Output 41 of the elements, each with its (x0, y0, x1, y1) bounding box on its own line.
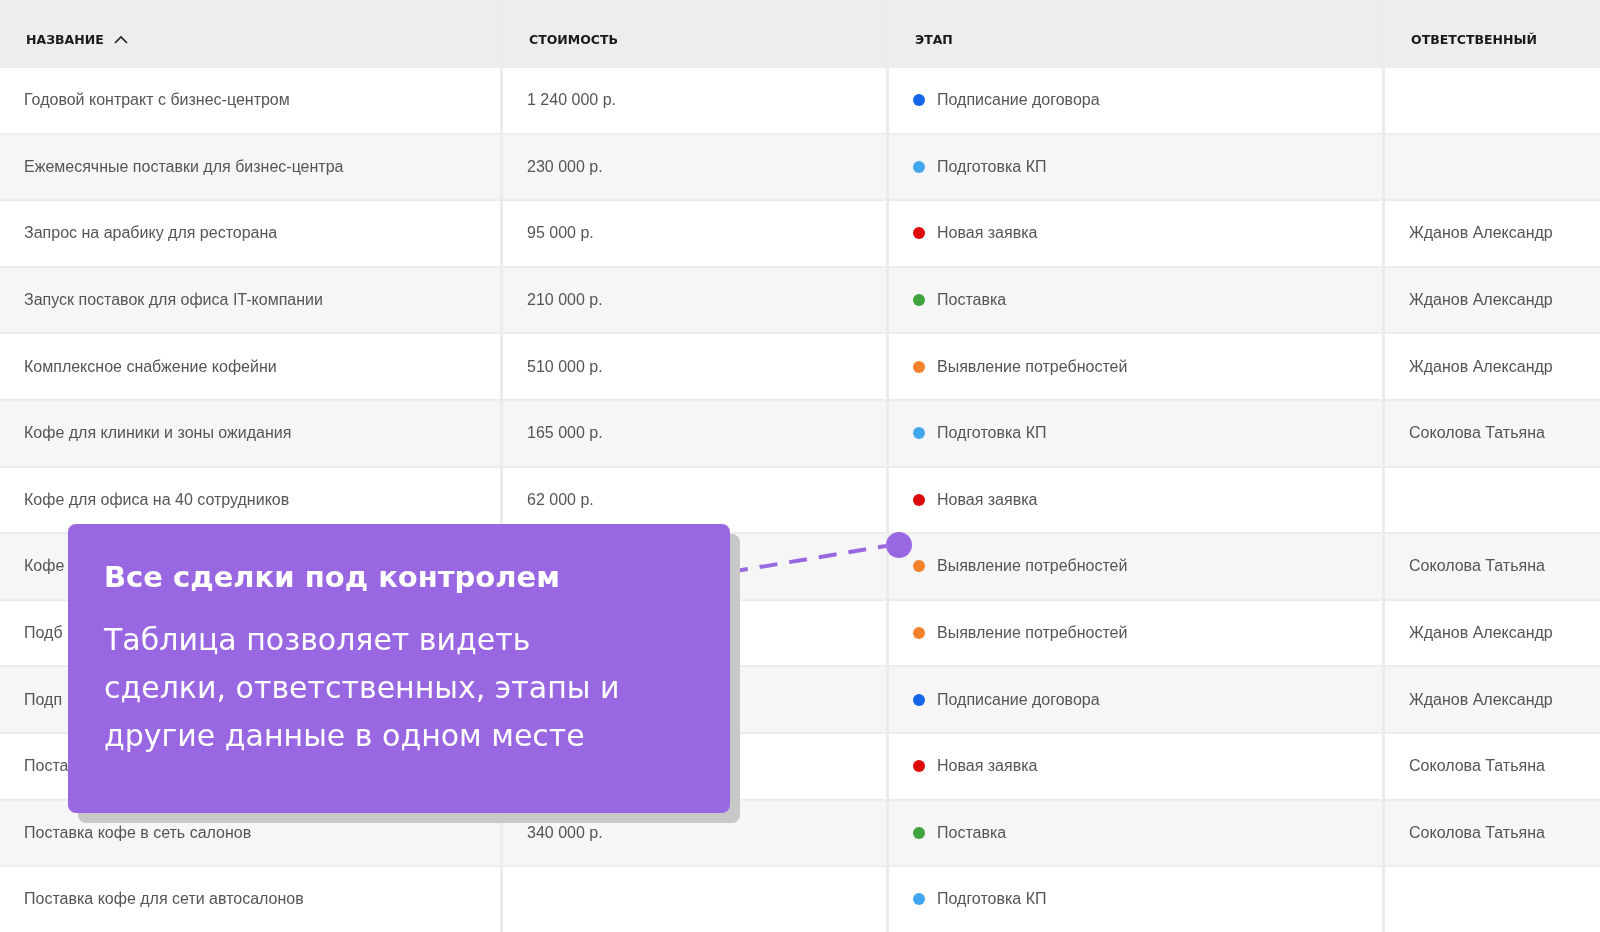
stage-label: Новая заявка (937, 224, 1038, 243)
table-cell: Жданов Александр (1385, 201, 1600, 266)
stage-label: Подготовка КП (937, 424, 1047, 443)
table-cell: Соколова Татьяна (1385, 400, 1600, 466)
table-cell: 510 000 р. (503, 334, 886, 399)
stage-label: Подписание договора (937, 91, 1100, 110)
table-cell: Запрос на арабику для ресторана (0, 201, 500, 266)
column-label: СТОИМОСТЬ (529, 31, 619, 47)
column-label: НАЗВАНИЕ (26, 31, 104, 47)
table-cell: 230 000 р. (503, 134, 886, 200)
table-cell: Соколова Татьяна (1385, 733, 1600, 799)
stage-label: Поставка (937, 291, 1007, 310)
table-cell: Годовой контракт с бизнес-центром (0, 68, 500, 133)
table-cell: Жданов Александр (1385, 334, 1600, 399)
stage-label: Новая заявка (937, 757, 1038, 776)
table-cell: 210 000 р. (503, 267, 886, 333)
table-cell: 95 000 р. (503, 201, 886, 266)
table-cell: Жданов Александр (1385, 667, 1600, 732)
stage-label: Подписание договора (937, 690, 1100, 709)
stage-label: Выявление потребностей (937, 624, 1128, 643)
table-cell: Жданов Александр (1385, 600, 1600, 666)
table-cell: Запуск поставок для офиса IT-компании (0, 267, 500, 333)
table-cell: Кофе для клиники и зоны ожидания (0, 400, 500, 466)
sort-ascending-icon[interactable] (113, 34, 128, 44)
stage-label: Подготовка КП (937, 890, 1047, 909)
table-cell: 1 240 000 р. (503, 68, 886, 133)
column-label: ОТВЕТСТВЕННЫЙ (1411, 31, 1537, 47)
stage-label: Выявление потребностей (937, 557, 1128, 576)
column-label: ЭТАП (915, 31, 953, 47)
table-cell: Ежемесячные поставки для бизнес-центра (0, 134, 500, 200)
table-cell: Соколова Татьяна (1385, 534, 1600, 599)
stage-label: Выявление потребностей (937, 357, 1128, 376)
table-cell: 165 000 р. (503, 400, 886, 466)
table-cell: Жданов Александр (1385, 267, 1600, 333)
stage-label: Поставка (937, 823, 1007, 842)
stage-label: Новая заявка (937, 490, 1038, 509)
table-cell: Соколова Татьяна (1385, 800, 1600, 866)
table-cell: Комплексное снабжение кофейни (0, 334, 500, 399)
table-cell: Поставка кофе для сети автосалонов (0, 867, 500, 932)
table-cell: 62 000 р. (503, 467, 886, 533)
stage-label: Подготовка КП (937, 157, 1047, 176)
